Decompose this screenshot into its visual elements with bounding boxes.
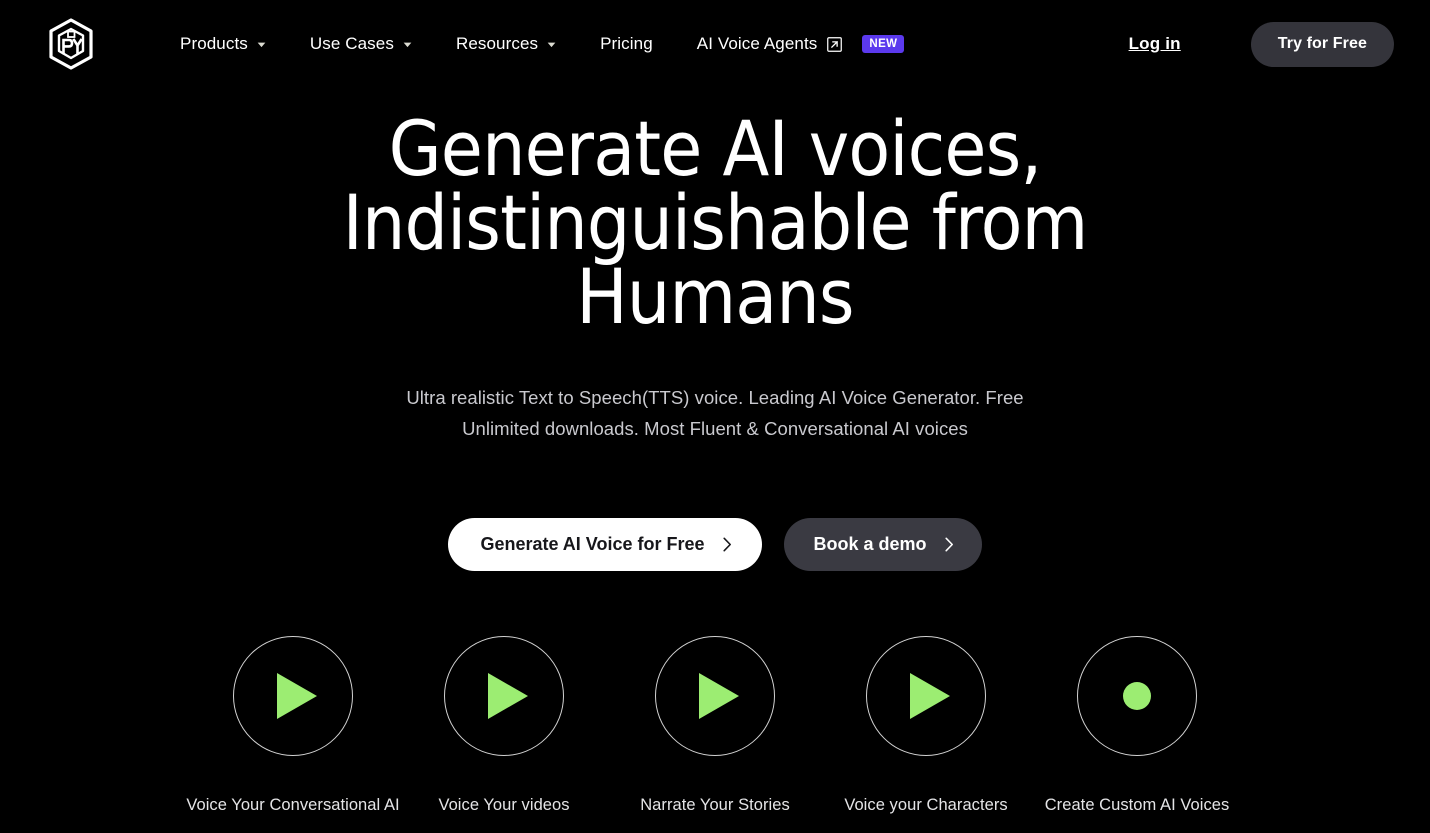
nav-item-ai-voice-agents[interactable]: AI Voice Agents NEW [697,24,905,64]
book-a-demo-button[interactable]: Book a demo [783,518,982,571]
chevron-right-icon [722,537,731,552]
chevron-down-icon [403,42,412,48]
nav-item-resources-label: Resources [455,34,539,53]
feature-shortcuts: Voice Your Conversational AI Voice Your … [0,636,1430,816]
feature-circle[interactable] [444,636,564,756]
landing-page: Products Use Cases Resources Pricing AI … [0,0,1430,833]
try-for-free-button[interactable]: Try for Free [1250,21,1394,67]
feature-label: Voice Your Conversational AI [186,796,400,814]
chevron-down-icon [257,42,266,48]
record-dot-icon [1123,682,1151,710]
status-badge-new: NEW [862,34,905,54]
nav-item-products[interactable]: Products [180,24,266,64]
generate-ai-voice-label: Generate AI Voice for Free [480,534,705,554]
feature-label: Narrate Your Stories [640,796,790,814]
feature-create-custom-ai-voices[interactable]: Create Custom AI Voices [1044,636,1230,816]
book-a-demo-label: Book a demo [813,534,927,554]
nav-item-pricing-label: Pricing [600,34,653,53]
feature-voice-your-videos[interactable]: Voice Your videos [413,636,595,816]
logo-link[interactable] [48,18,94,70]
chevron-right-icon [944,537,953,552]
play-icon [909,673,950,719]
hero-subtitle: Ultra realistic Text to Speech(TTS) voic… [406,387,1024,439]
nav-item-ai-voice-agents-label: AI Voice Agents [696,34,818,53]
header-actions: Log in Try for Free [1125,21,1394,67]
feature-voice-conversational-ai[interactable]: Voice Your Conversational AI [186,636,400,816]
play-icon [487,673,528,719]
page-title: Generate AI voices, Indistinguishable fr… [300,88,1130,335]
site-header: Products Use Cases Resources Pricing AI … [0,0,1430,88]
headline-line-3: Humans [576,252,854,341]
feature-circle[interactable] [655,636,775,756]
primary-nav: Products Use Cases Resources Pricing AI … [180,24,905,64]
feature-label: Voice Your videos [438,796,570,814]
login-link[interactable]: Log in [1125,26,1185,62]
nav-item-resources[interactable]: Resources [456,24,556,64]
play-icon [276,673,317,719]
feature-circle[interactable] [233,636,353,756]
hero-cta-row: Generate AI Voice for Free Book a demo [0,518,1430,571]
chevron-down-icon [547,42,556,48]
feature-narrate-your-stories[interactable]: Narrate Your Stories [624,636,806,816]
nav-item-products-label: Products [180,34,248,53]
feature-label: Voice your Characters [844,796,1008,814]
feature-circle[interactable] [1077,636,1197,756]
nav-item-use-cases[interactable]: Use Cases [310,24,412,64]
feature-circle[interactable] [866,636,986,756]
generate-ai-voice-button[interactable]: Generate AI Voice for Free [448,518,762,571]
py-cube-logo-icon [49,18,93,70]
nav-item-pricing[interactable]: Pricing [600,24,653,64]
nav-item-use-cases-label: Use Cases [309,34,394,53]
external-link-icon [827,36,843,52]
play-icon [698,673,739,719]
hero-section: Generate AI voices, Indistinguishable fr… [0,88,1430,571]
feature-label: Create Custom AI Voices [1044,796,1230,814]
feature-voice-your-characters[interactable]: Voice your Characters [835,636,1017,816]
